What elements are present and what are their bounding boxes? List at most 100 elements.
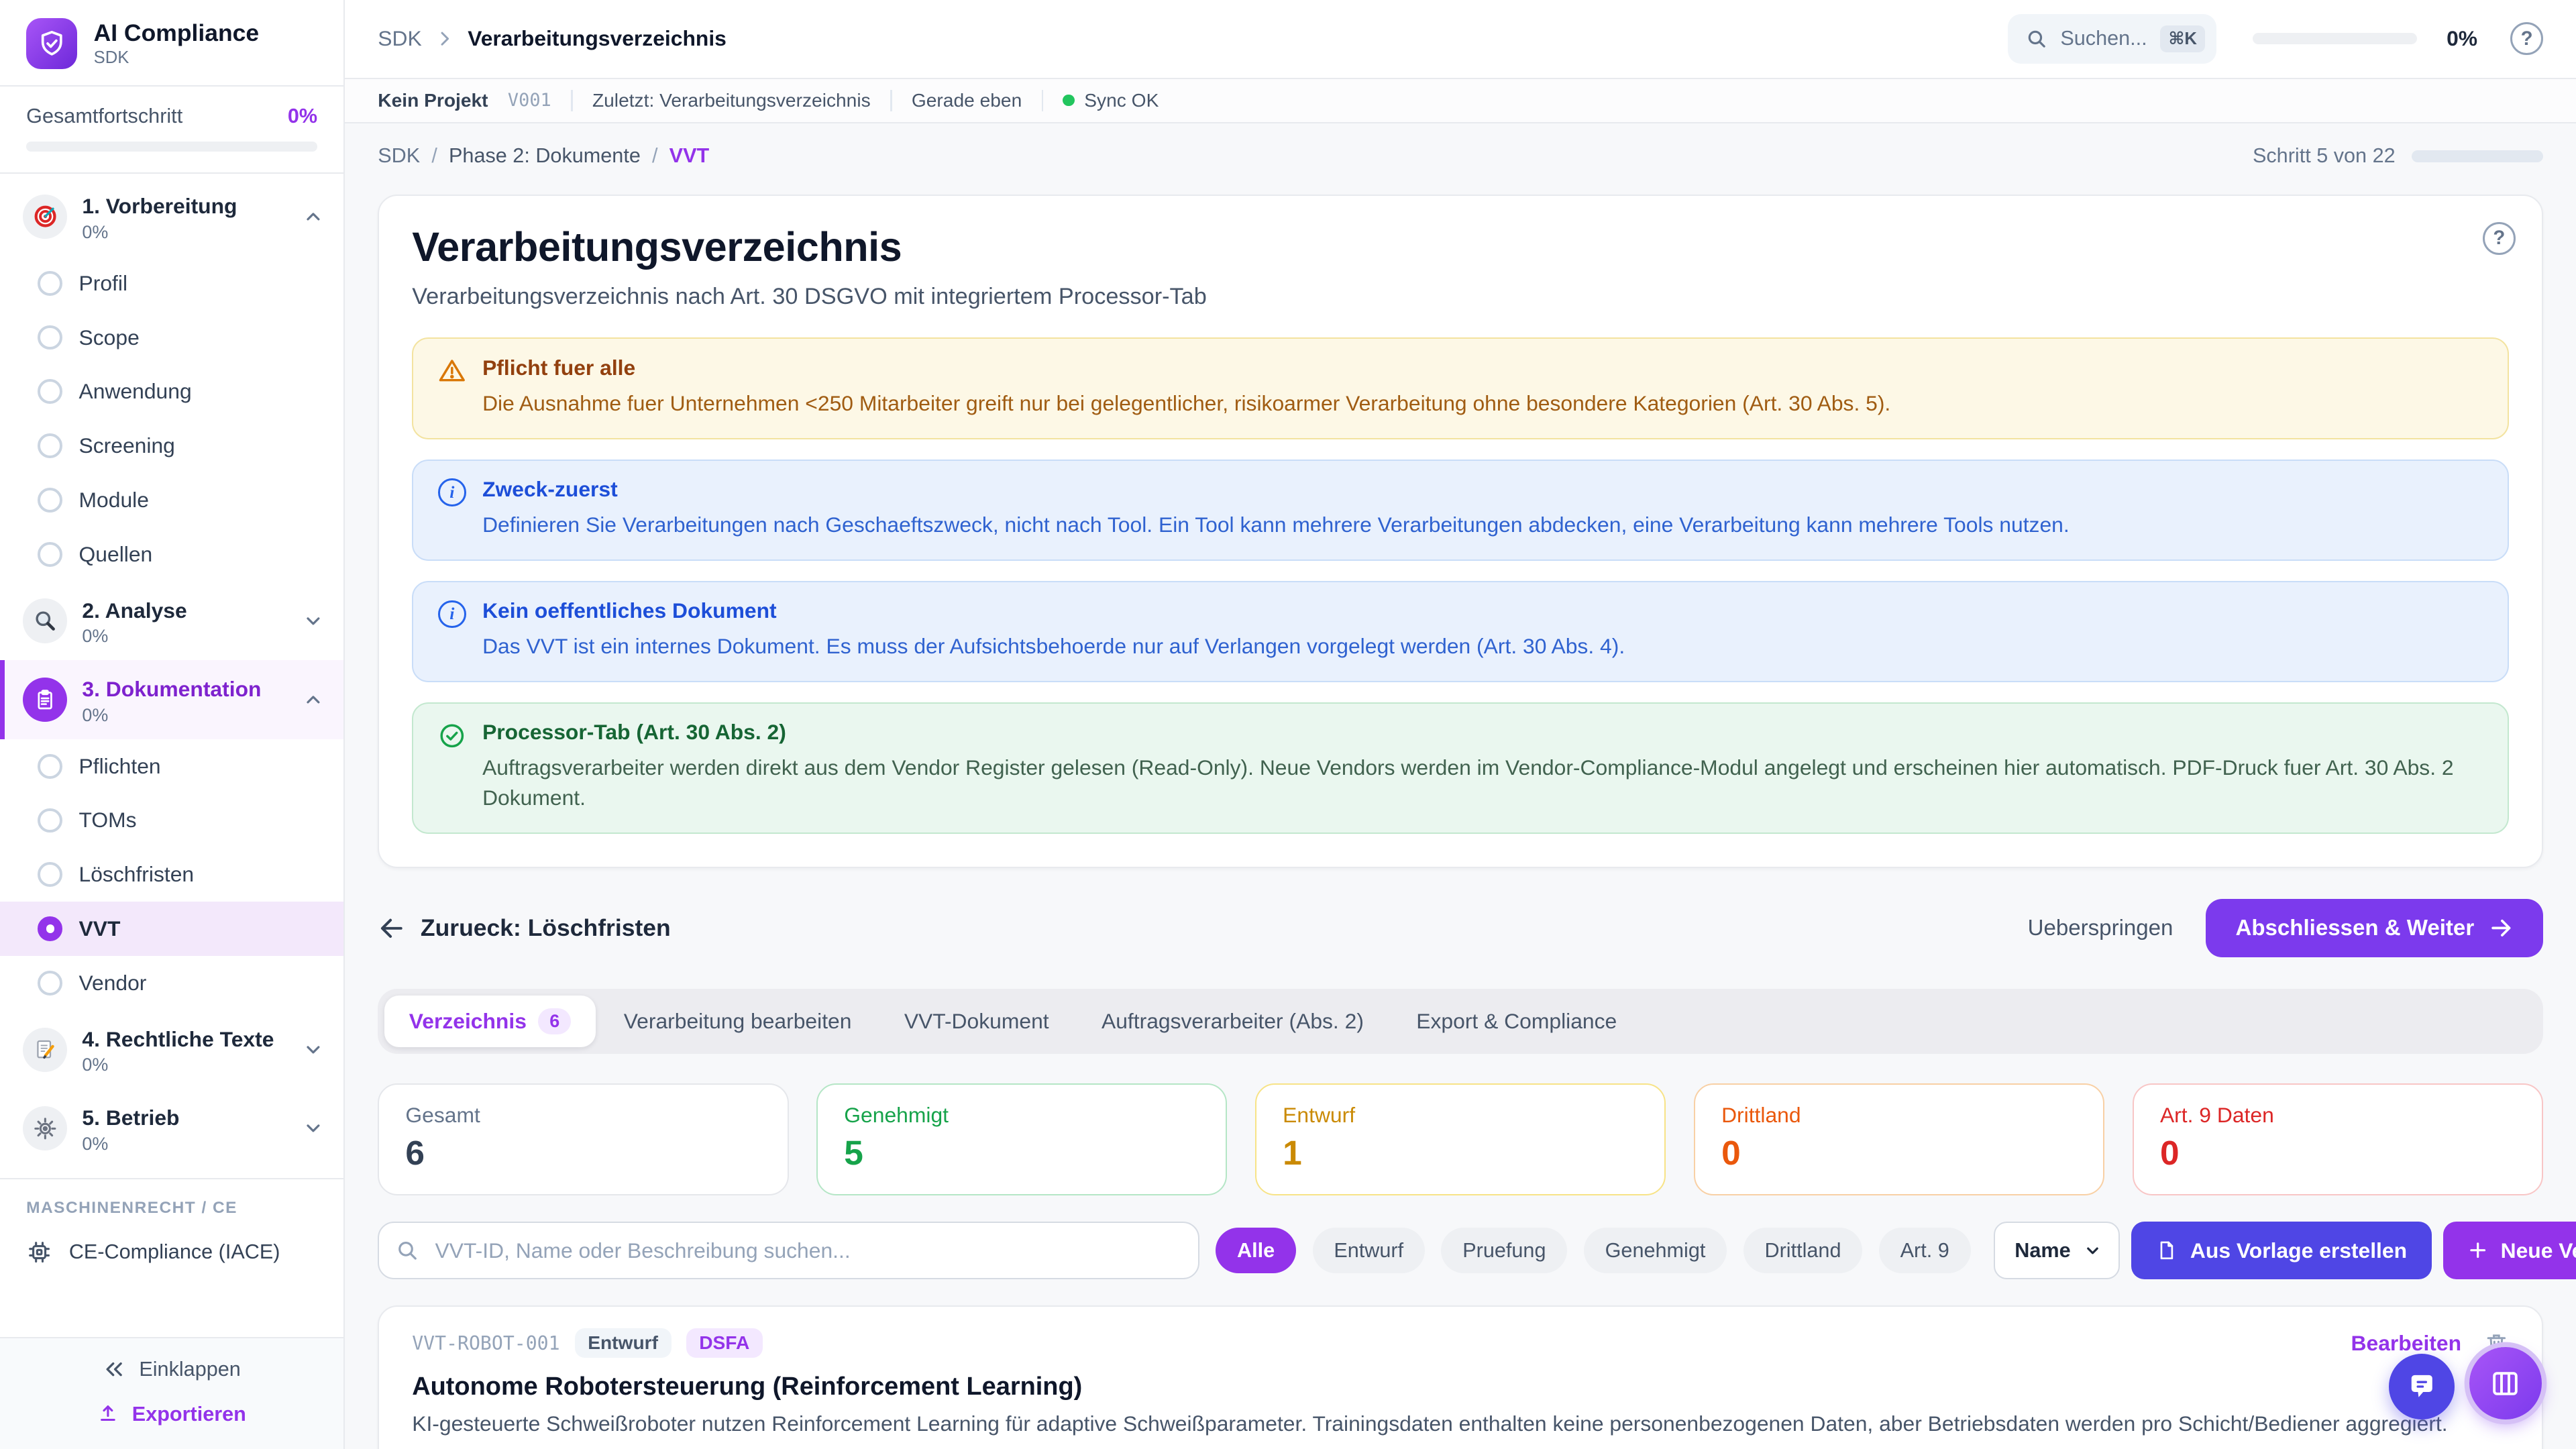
stat-value: 0 [1721,1132,2077,1173]
entry-search-input[interactable] [378,1222,1199,1279]
tab-export-compliance[interactable]: Export & Compliance [1392,996,1642,1048]
filter-chip-genehmigt[interactable]: Genehmigt [1584,1228,1727,1274]
filter-chip-drittland[interactable]: Drittland [1743,1228,1863,1274]
alert-info: Kein oeffentliches Dokument Das VVT ist … [412,581,2509,683]
sidebar-item-label: Anwendung [79,379,192,404]
tab-bar: Verzeichnis 6 Verarbeitung bearbeiten VV… [378,989,2543,1054]
info-circle-icon [438,478,466,506]
breadcrumb-separator: / [652,144,658,168]
chevron-right-icon [435,29,454,48]
chevron-up-icon [303,206,324,227]
sidebar-item-label: Pflichten [79,754,161,779]
help-icon[interactable] [2483,222,2516,255]
tab-label: VVT-Dokument [904,1009,1049,1034]
sidebar-item-toms[interactable]: TOMs [0,794,343,848]
new-button-label: Neue Verarbeitung [2501,1238,2576,1263]
sidebar-item-loeschfristen[interactable]: Löschfristen [0,847,343,902]
section-label: 3. Dokumentation [82,677,261,701]
breadcrumb-sdk[interactable]: SDK [378,144,420,168]
sidebar-item-vvt[interactable]: VVT [0,902,343,956]
filter-chip-entwurf[interactable]: Entwurf [1313,1228,1425,1274]
radio-empty-icon [38,488,62,513]
sidebar-item-profil[interactable]: Profil [0,256,343,311]
sidebar-item-scope[interactable]: Scope [0,311,343,365]
alert-info: Zweck-zuerst Definieren Sie Verarbeitung… [412,460,2509,561]
sidebar-section-betrieb[interactable]: 5. Betrieb 0% [0,1089,343,1168]
sort-select[interactable]: Name [1994,1222,2120,1279]
sidebar-item-module[interactable]: Module [0,473,343,527]
header-progress-bar [2253,33,2417,44]
radio-empty-icon [38,379,62,404]
filter-chip-alle[interactable]: Alle [1216,1228,1296,1274]
alert-text: Die Ausnahme fuer Unternehmen <250 Mitar… [482,388,1890,419]
overall-progress-label: Gesamtfortschritt [26,105,182,128]
finish-next-button[interactable]: Abschliessen & Weiter [2206,899,2543,957]
filter-chip-pruefung[interactable]: Pruefung [1441,1228,1567,1274]
check-circle-icon [438,722,466,813]
radio-empty-icon [38,271,62,296]
stat-value: 1 [1283,1132,1638,1173]
filter-chip-art9[interactable]: Art. 9 [1879,1228,1971,1274]
tab-label: Export & Compliance [1416,1009,1617,1034]
chat-assistant-button[interactable] [2389,1354,2455,1419]
tab-vvt-dokument[interactable]: VVT-Dokument [879,996,1073,1048]
plus-icon [2468,1240,2487,1260]
brand: AI Compliance SDK [0,0,343,85]
sidebar-section-dokumentation[interactable]: 3. Dokumentation 0% [0,660,343,739]
section-label: 1. Vorbereitung [82,194,237,218]
search-icon [2026,28,2047,50]
skip-button[interactable]: Ueberspringen [2028,916,2174,941]
overall-progress-value: 0% [288,105,317,128]
status-bar: Kein Projekt V001 Zuletzt: Verarbeitungs… [345,79,2576,123]
sidebar-section-analyse[interactable]: 2. Analyse 0% [0,582,343,661]
breadcrumb-phase[interactable]: Phase 2: Dokumente [449,144,641,168]
sidebar-item-screening[interactable]: Screening [0,419,343,473]
radio-selected-icon [38,916,62,941]
tab-label: Verarbeitung bearbeiten [624,1009,852,1034]
sidebar-item-quellen[interactable]: Quellen [0,527,343,582]
sidebar-item-ce-compliance[interactable]: CE-Compliance (IACE) [0,1226,343,1281]
vvt-entry-card: VVT-ROBOT-001 Entwurf DSFA Bearbeiten Au… [378,1305,2543,1449]
export-button[interactable]: Exportieren [97,1403,246,1426]
breadcrumb-root[interactable]: SDK [378,26,421,51]
page-header-card: Verarbeitungsverzeichnis Verarbeitungsve… [378,195,2543,868]
content-area: SDK / Phase 2: Dokumente / VVT Schritt 5… [345,123,2576,1449]
board-view-button[interactable] [2469,1347,2542,1419]
collapse-sidebar-button[interactable]: Einklappen [103,1358,240,1381]
section-progress: 0% [82,705,288,726]
help-icon[interactable] [2510,22,2543,55]
global-search[interactable]: Suchen... ⌘K [2008,14,2216,63]
tab-label: Auftragsverarbeiter (Abs. 2) [1102,1009,1364,1034]
new-processing-button[interactable]: Neue Verarbeitung [2443,1222,2576,1279]
section-label: 4. Rechtliche Texte [82,1027,274,1051]
sidebar-item-vendor[interactable]: Vendor [0,956,343,1010]
collapse-label: Einklappen [139,1358,240,1381]
radio-empty-icon [38,433,62,458]
tab-verzeichnis[interactable]: Verzeichnis 6 [384,996,596,1048]
alerts: Pflicht fuer alle Die Ausnahme fuer Unte… [412,337,2509,833]
tab-auftragsverarbeiter[interactable]: Auftragsverarbeiter (Abs. 2) [1077,996,1388,1048]
entry-status-badge: Entwurf [575,1328,672,1358]
sidebar-section-vorbereitung[interactable]: 1. Vorbereitung 0% [0,177,343,256]
entry-description: KI-gesteuerte Schweißroboter nutzen Rein… [412,1411,2509,1436]
back-label: Zurueck: Löschfristen [421,914,671,942]
entry-dsfa-badge: DSFA [686,1328,763,1358]
back-button[interactable]: Zurueck: Löschfristen [378,914,670,943]
sidebar-nav: 1. Vorbereitung 0% Profil Scope Anwendun… [0,174,343,1336]
overall-progress: Gesamtfortschritt 0% [0,87,343,172]
sidebar-item-anwendung[interactable]: Anwendung [0,364,343,419]
chevron-down-icon [303,610,324,632]
filter-bar: Alle Entwurf Pruefung Genehmigt Drittlan… [378,1222,2543,1279]
page-breadcrumb: SDK / Phase 2: Dokumente / VVT Schritt 5… [378,144,2543,168]
shortcut-badge: ⌘K [2160,25,2205,52]
entry-title: Autonome Robotersteuerung (Reinforcement… [412,1373,2509,1401]
sidebar-section-rechtliche-texte[interactable]: 4. Rechtliche Texte 0% [0,1010,343,1089]
create-from-template-button[interactable]: Aus Vorlage erstellen [2131,1222,2432,1279]
section-progress: 0% [82,1055,288,1075]
sidebar-item-pflichten[interactable]: Pflichten [0,739,343,794]
alert-success: Processor-Tab (Art. 30 Abs. 2) Auftragsv… [412,702,2509,834]
sidebar-item-label: Profil [79,271,128,296]
tab-verarbeitung-bearbeiten[interactable]: Verarbeitung bearbeiten [599,996,876,1048]
divider [1042,90,1043,111]
app-title: AI Compliance [94,19,260,47]
